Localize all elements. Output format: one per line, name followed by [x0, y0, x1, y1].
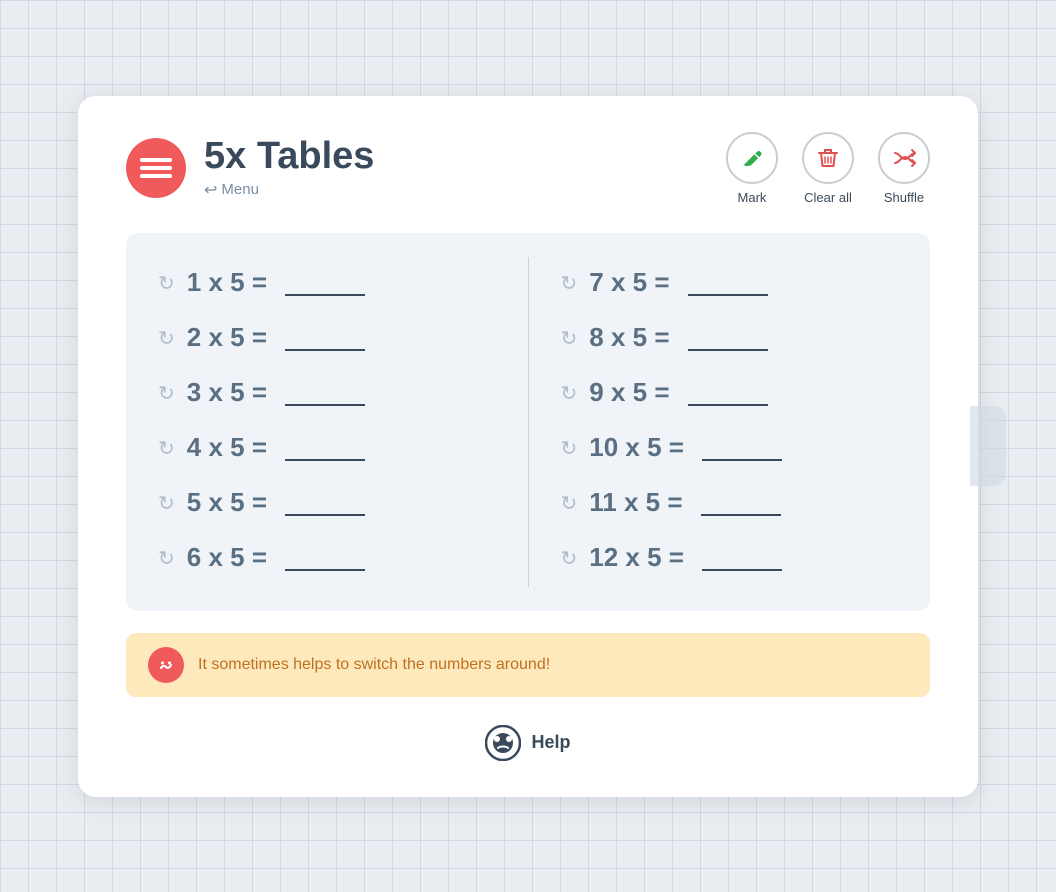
equation-row: ↻ 7 x 5 = — [561, 257, 899, 312]
shuffle-action[interactable]: Shuffle — [878, 132, 930, 205]
equation-text: 11 x 5 = — [589, 487, 682, 518]
refresh-icon[interactable]: ↻ — [561, 439, 578, 459]
equation-row: ↻ 4 x 5 = — [158, 422, 496, 477]
equation-text: 3 x 5 = — [187, 377, 267, 408]
equation-text: 1 x 5 = — [187, 267, 267, 298]
equation-text: 12 x 5 = — [589, 542, 684, 573]
help-icon — [485, 725, 521, 761]
refresh-icon[interactable]: ↻ — [561, 329, 578, 349]
equation-text: 8 x 5 = — [589, 322, 669, 353]
refresh-icon[interactable]: ↻ — [561, 494, 578, 514]
equation-row: ↻ 6 x 5 = — [158, 532, 496, 587]
refresh-icon[interactable]: ↻ — [158, 494, 175, 514]
header: 5x Tables ↩ Menu Mark — [126, 132, 930, 205]
refresh-icon[interactable]: ↻ — [561, 384, 578, 404]
answer-input[interactable] — [702, 543, 782, 571]
answer-input[interactable] — [702, 433, 782, 461]
refresh-icon[interactable]: ↻ — [561, 274, 578, 294]
main-card: 5x Tables ↩ Menu Mark — [78, 96, 978, 797]
mark-action[interactable]: Mark — [726, 132, 778, 205]
clear-icon-circle — [802, 132, 854, 184]
page-title: 5x Tables — [204, 136, 374, 178]
tip-text: It sometimes helps to switch the numbers… — [198, 656, 550, 674]
equation-row: ↻ 3 x 5 = — [158, 367, 496, 422]
equation-row: ↻ 12 x 5 = — [561, 532, 899, 587]
answer-input[interactable] — [285, 488, 365, 516]
equation-text: 7 x 5 = — [589, 267, 669, 298]
refresh-icon[interactable]: ↻ — [158, 439, 175, 459]
refresh-icon[interactable]: ↻ — [561, 549, 578, 569]
refresh-icon[interactable]: ↻ — [158, 274, 175, 294]
equation-row: ↻ 2 x 5 = — [158, 312, 496, 367]
menu-curve-icon: ↩ — [204, 180, 217, 200]
clear-all-action[interactable]: Clear all — [802, 132, 854, 205]
tip-banner: It sometimes helps to switch the numbers… — [126, 633, 930, 697]
title-block: 5x Tables ↩ Menu — [204, 136, 374, 200]
refresh-icon[interactable]: ↻ — [158, 329, 175, 349]
answer-input[interactable] — [688, 268, 768, 296]
equation-text: 6 x 5 = — [187, 542, 267, 573]
equation-text: 2 x 5 = — [187, 322, 267, 353]
answer-input[interactable] — [285, 433, 365, 461]
equation-text: 5 x 5 = — [187, 487, 267, 518]
menu-button[interactable] — [126, 138, 186, 198]
answer-input[interactable] — [688, 378, 768, 406]
header-left: 5x Tables ↩ Menu — [126, 136, 374, 200]
help-label: Help — [531, 732, 570, 753]
answer-input[interactable] — [285, 268, 365, 296]
equation-row: ↻ 10 x 5 = — [561, 422, 899, 477]
answer-input[interactable] — [285, 378, 365, 406]
shuffle-icon-circle — [878, 132, 930, 184]
answer-input[interactable] — [701, 488, 781, 516]
answer-input[interactable] — [285, 323, 365, 351]
mark-icon-circle — [726, 132, 778, 184]
equation-text: 4 x 5 = — [187, 432, 267, 463]
equation-row: ↻ 5 x 5 = — [158, 477, 496, 532]
tip-icon — [148, 647, 184, 683]
refresh-icon[interactable]: ↻ — [158, 384, 175, 404]
column-divider — [528, 257, 529, 587]
equation-row: ↻ 8 x 5 = — [561, 312, 899, 367]
shuffle-label: Shuffle — [884, 190, 924, 205]
equation-row: ↻ 1 x 5 = — [158, 257, 496, 312]
help-row: Help — [126, 725, 930, 761]
left-column: ↻ 1 x 5 = ↻ 2 x 5 = ↻ 3 x 5 = ↻ 4 x 5 = ↻ 5 x 5 =… — [158, 257, 496, 587]
answer-input[interactable] — [285, 543, 365, 571]
equation-text: 10 x 5 = — [589, 432, 684, 463]
table-area: ↻ 1 x 5 = ↻ 2 x 5 = ↻ 3 x 5 = ↻ 4 x 5 = ↻ 5 x 5 =… — [126, 233, 930, 611]
header-right: Mark Clear all — [726, 132, 930, 205]
equation-row: ↻ 11 x 5 = — [561, 477, 899, 532]
mark-label: Mark — [738, 190, 767, 205]
side-tab — [970, 406, 1006, 486]
equation-text: 9 x 5 = — [589, 377, 669, 408]
refresh-icon[interactable]: ↻ — [158, 549, 175, 569]
menu-label: ↩ Menu — [204, 180, 374, 200]
equation-row: ↻ 9 x 5 = — [561, 367, 899, 422]
clear-label: Clear all — [804, 190, 852, 205]
right-column: ↻ 7 x 5 = ↻ 8 x 5 = ↻ 9 x 5 = ↻ 10 x 5 = ↻ 11 x 5… — [561, 257, 899, 587]
answer-input[interactable] — [688, 323, 768, 351]
